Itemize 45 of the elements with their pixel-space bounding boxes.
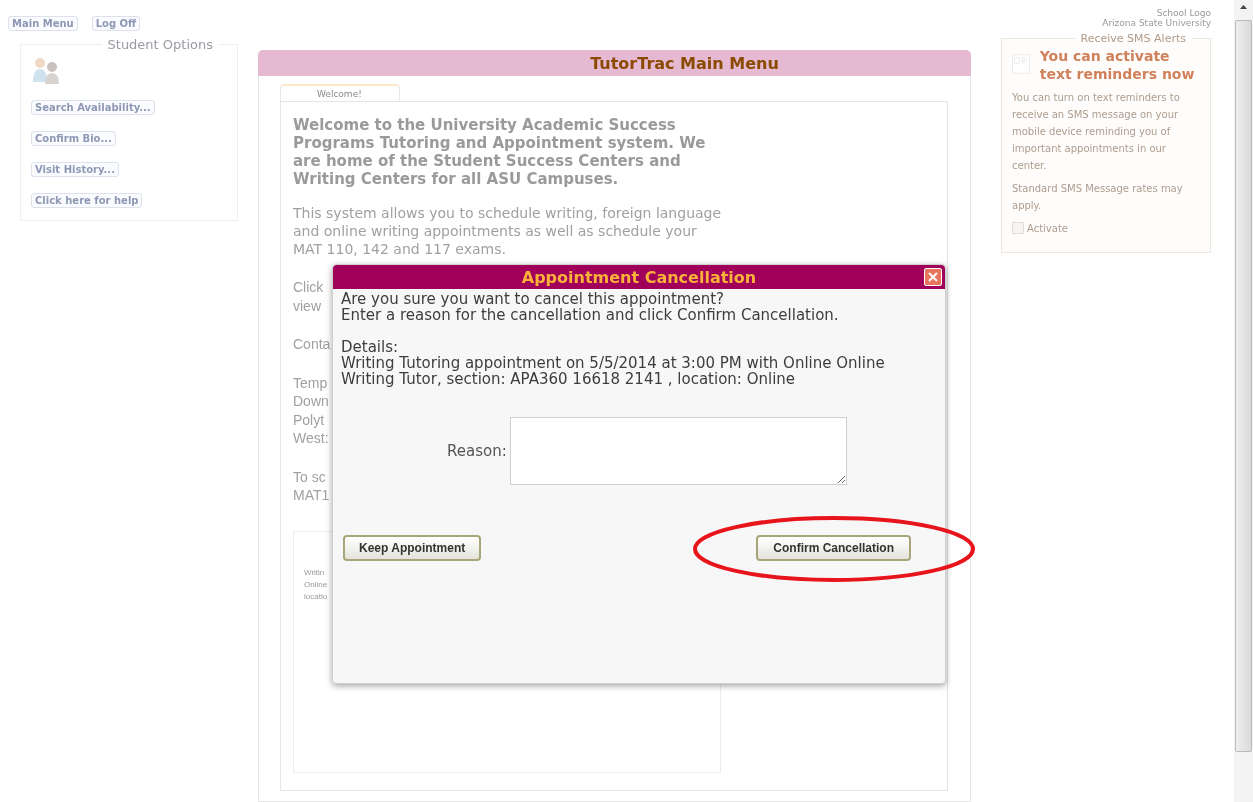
main-menu-title: TutorTrac Main Menu — [590, 53, 779, 73]
sms-heading: You can activate text reminders now — [1039, 47, 1196, 83]
partial-text: MAT1 — [293, 486, 330, 505]
partial-text: West: — [293, 429, 329, 448]
school-logo-text: School Logo — [1156, 8, 1211, 18]
rates-note: Standard SMS Message rates may apply. — [1012, 182, 1184, 213]
confirmation-message: Are you sure you want to cancel this appointment? — [341, 291, 724, 307]
confirmation-message: Enter a reason for the cancellation and click Confirm Cancellation. — [341, 307, 840, 323]
option-button[interactable]: Search Availability... — [31, 100, 155, 115]
nav-button[interactable]: Log Off — [91, 16, 141, 31]
partial-text: Online — [304, 579, 328, 589]
partial-text: view — [293, 296, 321, 315]
panel-title: Receive SMS Alerts — [1079, 32, 1187, 45]
partial-text: Conta — [293, 335, 331, 354]
sms-description: You can turn on text reminders to receive an SMS message on your mobile device reminding you of important appointments in our center. — [1012, 91, 1181, 173]
panel-title: Student Options — [106, 37, 214, 52]
tab[interactable]: Welcome! — [280, 84, 400, 101]
activate-checkbox[interactable] — [1012, 222, 1024, 234]
dialog-button[interactable]: Confirm Cancellation — [756, 535, 911, 561]
partial-text: Temp — [293, 373, 328, 392]
partial-text: Polyt — [293, 410, 325, 429]
appointment-details: Writing Tutor, section: APA360 16618 2141 , location: Online — [341, 371, 797, 387]
partial-text: Down — [293, 392, 329, 411]
appointment-details: Writing Tutoring appointment on 5/5/2014 at 3:00 PM with Online Online — [341, 355, 886, 371]
details-label: Details: — [341, 339, 400, 355]
partial-text: Click — [293, 278, 324, 297]
welcome-heading: Welcome to the University Academic Success Programs Tutoring and Appointment system. We are home of the Student Success Centers and Writing Centers for all ASU Campuses. — [293, 116, 707, 188]
dialog-title: Appointment Cancellation — [521, 267, 757, 287]
partial-text: locatio — [304, 591, 328, 601]
checkbox-label: Activate — [1027, 222, 1068, 234]
intro-paragraph: This system allows you to schedule writing, foreign language and online writing appointments as well as schedule your MAT 110, 142 and 117 exams. — [293, 204, 723, 258]
reason-field[interactable] — [509, 417, 847, 485]
partial-text: To sc — [293, 467, 326, 486]
dialog-button[interactable]: Keep Appointment — [343, 535, 482, 561]
option-button[interactable]: Click here for help — [31, 193, 143, 208]
close-icon — [927, 271, 939, 283]
people-icon — [31, 56, 61, 84]
nav-button[interactable]: Main Menu — [8, 16, 78, 31]
option-button[interactable]: Confirm Bio... — [31, 131, 116, 146]
close-button[interactable] — [924, 268, 942, 286]
option-button[interactable]: Visit History... — [31, 162, 119, 177]
school-name: Arizona State University — [1102, 18, 1211, 28]
scrollbar-thumb[interactable] — [1235, 20, 1252, 752]
reason-label: Reason: — [447, 442, 507, 460]
partial-text: Writin — [304, 567, 325, 577]
